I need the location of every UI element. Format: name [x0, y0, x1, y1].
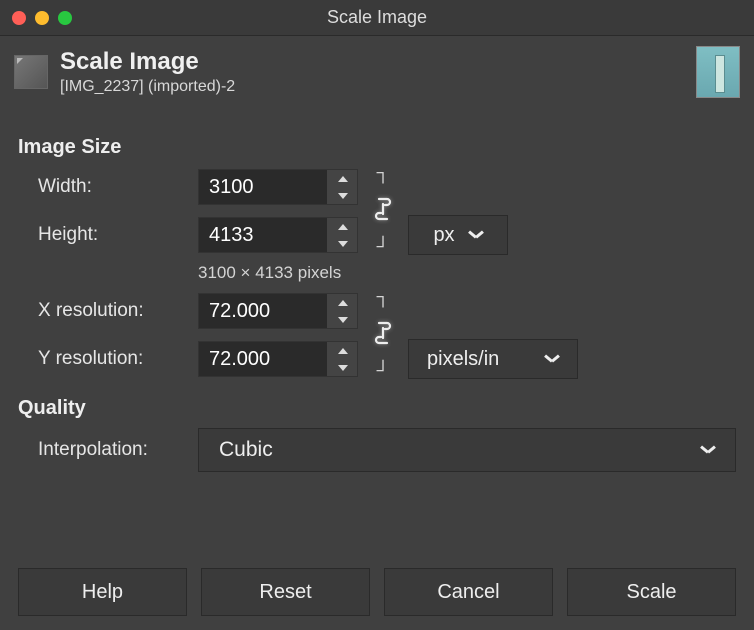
- help-button-label: Help: [82, 581, 123, 604]
- reset-button[interactable]: Reset: [201, 568, 370, 616]
- height-step-down[interactable]: [328, 235, 357, 252]
- chevron-up-icon: [338, 224, 348, 230]
- resolution-unit-select[interactable]: pixels/in: [408, 339, 578, 379]
- yres-label: Y resolution:: [38, 348, 198, 370]
- xres-label: X resolution:: [38, 300, 198, 322]
- chevron-down-icon: [338, 193, 348, 199]
- image-thumbnail: [696, 46, 740, 98]
- width-input[interactable]: [199, 170, 327, 204]
- resolution-chain[interactable]: ┐ ┘: [366, 289, 400, 377]
- width-step-up[interactable]: [328, 170, 357, 187]
- width-spinbox[interactable]: [198, 169, 358, 205]
- cancel-button[interactable]: Cancel: [384, 568, 553, 616]
- chevron-up-icon: [338, 176, 348, 182]
- xres-spinbox[interactable]: [198, 293, 358, 329]
- dialog-header: Scale Image [IMG_2237] (imported)-2: [0, 36, 754, 112]
- section-heading-quality: Quality: [18, 397, 736, 420]
- reset-button-label: Reset: [259, 581, 311, 604]
- xres-input[interactable]: [199, 294, 327, 328]
- chevron-down-icon: [338, 317, 348, 323]
- chain-link-icon: [373, 319, 393, 347]
- chevron-up-icon: [338, 300, 348, 306]
- yres-spinbox[interactable]: [198, 341, 358, 377]
- chevron-down-icon: [338, 365, 348, 371]
- height-label: Height:: [38, 224, 198, 246]
- window-title: Scale Image: [0, 7, 754, 28]
- size-unit-select[interactable]: px: [408, 215, 508, 255]
- resolution-unit-label: pixels/in: [427, 348, 499, 371]
- bracket-bottom-icon: ┘: [377, 363, 390, 377]
- interpolation-value: Cubic: [219, 438, 273, 462]
- xres-step-up[interactable]: [328, 294, 357, 311]
- height-spinbox[interactable]: [198, 217, 358, 253]
- chevron-up-icon: [338, 348, 348, 354]
- interpolation-select[interactable]: Cubic: [198, 428, 736, 472]
- dialog-subtitle: [IMG_2237] (imported)-2: [60, 78, 684, 96]
- zoom-window-button[interactable]: [58, 11, 72, 25]
- width-step-down[interactable]: [328, 187, 357, 204]
- section-heading-image-size: Image Size: [18, 136, 736, 159]
- titlebar: Scale Image: [0, 0, 754, 36]
- height-step-up[interactable]: [328, 218, 357, 235]
- size-unit-label: px: [433, 224, 454, 247]
- dialog-title: Scale Image: [60, 48, 684, 76]
- scale-button[interactable]: Scale: [567, 568, 736, 616]
- yres-input[interactable]: [199, 342, 327, 376]
- bracket-bottom-icon: ┘: [377, 239, 390, 253]
- bracket-top-icon: ┐: [377, 289, 390, 303]
- chevron-down-icon: [701, 446, 715, 454]
- chevron-down-icon: [545, 355, 559, 363]
- scale-image-icon: [14, 55, 48, 89]
- minimize-window-button[interactable]: [35, 11, 49, 25]
- close-window-button[interactable]: [12, 11, 26, 25]
- interpolation-label: Interpolation:: [38, 439, 198, 461]
- width-label: Width:: [38, 176, 198, 198]
- bracket-top-icon: ┐: [377, 165, 390, 179]
- chain-link-icon: [373, 195, 393, 223]
- scale-button-label: Scale: [626, 581, 676, 604]
- aspect-ratio-chain[interactable]: ┐ ┘: [366, 165, 400, 253]
- height-input[interactable]: [199, 218, 327, 252]
- dialog-button-row: Help Reset Cancel Scale: [18, 568, 736, 616]
- window-controls: [0, 11, 72, 25]
- chevron-down-icon: [469, 231, 483, 239]
- xres-step-down[interactable]: [328, 311, 357, 328]
- chevron-down-icon: [338, 241, 348, 247]
- yres-step-up[interactable]: [328, 342, 357, 359]
- cancel-button-label: Cancel: [437, 581, 499, 604]
- help-button[interactable]: Help: [18, 568, 187, 616]
- dimensions-readout: 3100 × 4133 pixels: [198, 263, 736, 283]
- yres-step-down[interactable]: [328, 359, 357, 376]
